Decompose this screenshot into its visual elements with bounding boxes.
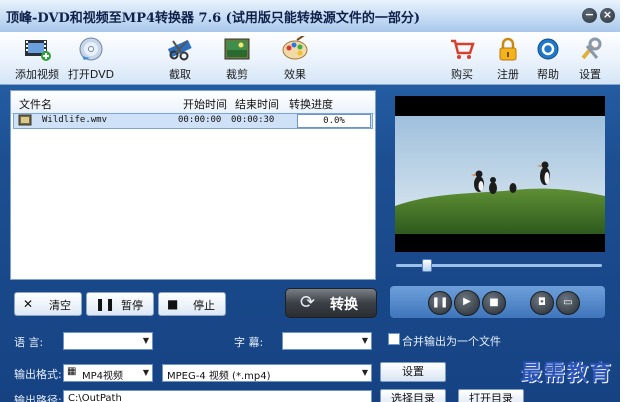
video-file-icon [18, 114, 32, 129]
toolbar: 添加视频 打开DVD 截取 裁剪 效果 购买 注册 帮助 设置 [0, 32, 620, 85]
stop-icon: ■ [167, 297, 179, 311]
add-video-button[interactable]: 添加视频 [8, 34, 66, 82]
file-list[interactable]: 文件名 开始时间 结束时间 转换进度 Wildlife.wmv 00:00:00… [10, 90, 376, 280]
convert-button[interactable]: ⟳ 转换 [285, 288, 377, 318]
subtitle-label: 字 幕: [234, 336, 264, 349]
x-icon: ✕ [23, 297, 34, 311]
seek-handle[interactable] [422, 259, 432, 272]
minimize-button[interactable]: − [582, 8, 597, 23]
stop-button[interactable]: ■ 停止 [158, 292, 226, 316]
chevron-down-icon: ▼ [142, 368, 149, 377]
output-label: 输出路径: [14, 394, 62, 402]
player-controls: ❚❚ ▶ ■ ◘ ▭ [390, 286, 605, 318]
convert-label: 转换 [330, 297, 358, 313]
snapshot-button[interactable]: ◘ [530, 291, 554, 315]
format-select[interactable]: ▦ MP4视频 ▼ [63, 364, 153, 382]
scissors-icon [165, 36, 195, 62]
video-preview [395, 96, 605, 252]
column-filename[interactable]: 文件名 [19, 96, 52, 112]
file-list-header: 文件名 开始时间 结束时间 转换进度 [11, 91, 375, 114]
preview-frame-image [395, 116, 605, 234]
clip-button[interactable]: 截取 [151, 34, 209, 82]
choose-dir-button[interactable]: 选择目录 [380, 389, 446, 402]
refresh-icon: ⟳ [300, 292, 316, 313]
stop-icon: ■ [489, 297, 499, 308]
file-start: 00:00:00 [178, 115, 222, 125]
add-video-label: 添加视频 [15, 68, 59, 81]
pause-button[interactable]: ❚❚ 暂停 [86, 292, 154, 316]
chevron-down-icon: ▼ [361, 336, 368, 345]
open-dvd-button[interactable]: 打开DVD [62, 34, 120, 82]
chevron-down-icon: ▼ [361, 368, 368, 377]
title-bar: 顶峰-DVD和视频至MP4转换器 7.6 (试用版只能转换源文件的一部分) − … [0, 0, 620, 33]
watermark-text: 最需教育 [520, 360, 613, 386]
pause-icon: ❚❚ [431, 297, 449, 308]
player-pause-button[interactable]: ❚❚ [428, 291, 452, 315]
folder-icon: ▭ [563, 297, 573, 308]
format-value: MP4视频 [82, 371, 124, 382]
file-end: 00:00:30 [231, 115, 275, 125]
column-progress[interactable]: 转换进度 [289, 96, 333, 112]
crop-picture-icon [222, 36, 252, 62]
file-name: Wildlife.wmv [42, 115, 108, 125]
merge-checkbox[interactable] [388, 333, 400, 345]
output-path-value: C:\OutPath [68, 393, 122, 402]
clear-label: 清空 [49, 299, 71, 312]
codec-value: MPEG-4 视频 (*.mp4) [167, 371, 271, 382]
chevron-down-icon: ▼ [142, 336, 149, 345]
camera-icon: ◘ [538, 297, 546, 308]
subtitle-select[interactable]: ▼ [282, 332, 372, 350]
palette-icon [280, 33, 310, 62]
shopping-cart-icon [447, 36, 477, 62]
settings-label: 设置 [579, 68, 601, 81]
format-label: 输出格式: [14, 368, 62, 381]
film-add-icon [22, 36, 52, 62]
open-dvd-label: 打开DVD [67, 68, 115, 81]
help-globe-icon [533, 36, 563, 62]
merge-label: 合并输出为一个文件 [402, 335, 501, 348]
close-button[interactable]: × [600, 8, 615, 23]
effect-button[interactable]: 效果 [266, 33, 324, 82]
window-title: 顶峰-DVD和视频至MP4转换器 7.6 (试用版只能转换源文件的一部分) [6, 11, 420, 26]
table-row[interactable]: Wildlife.wmv 00:00:00 00:00:30 0.0% [13, 113, 373, 129]
effect-label: 效果 [284, 68, 306, 81]
settings-button[interactable]: 设置 [561, 34, 619, 82]
clear-button[interactable]: ✕ 清空 [14, 292, 82, 316]
crop-button[interactable]: 裁剪 [208, 34, 266, 82]
progress-cell: 0.0% [297, 114, 371, 128]
column-end-time[interactable]: 结束时间 [235, 96, 279, 112]
open-dir-button[interactable]: 打开目录 [458, 389, 524, 402]
player-stop-button[interactable]: ■ [482, 291, 506, 315]
crop-label: 裁剪 [226, 68, 248, 81]
column-start-time[interactable]: 开始时间 [183, 96, 227, 112]
open-folder-button[interactable]: ▭ [556, 291, 580, 315]
format-settings-button[interactable]: 设置 [380, 362, 446, 382]
progress-text: 0.0% [323, 116, 345, 126]
audio-select[interactable]: ▼ [63, 332, 153, 350]
stop-label: 停止 [193, 299, 215, 312]
app-window: 顶峰-DVD和视频至MP4转换器 7.6 (试用版只能转换源文件的一部分) − … [0, 0, 620, 402]
codec-select[interactable]: MPEG-4 视频 (*.mp4) ▼ [162, 364, 372, 382]
play-icon: ▶ [463, 296, 471, 307]
clip-label: 截取 [169, 68, 191, 81]
pause-label: 暂停 [121, 299, 143, 312]
output-path-field[interactable]: C:\OutPath [63, 390, 372, 402]
audio-label: 语 言: [14, 336, 44, 349]
pause-icon: ❚❚ [95, 297, 116, 311]
format-icon: ▦ [67, 366, 77, 377]
dvd-disc-icon [76, 36, 106, 62]
wrench-icon [575, 36, 605, 62]
player-play-button[interactable]: ▶ [454, 290, 480, 316]
